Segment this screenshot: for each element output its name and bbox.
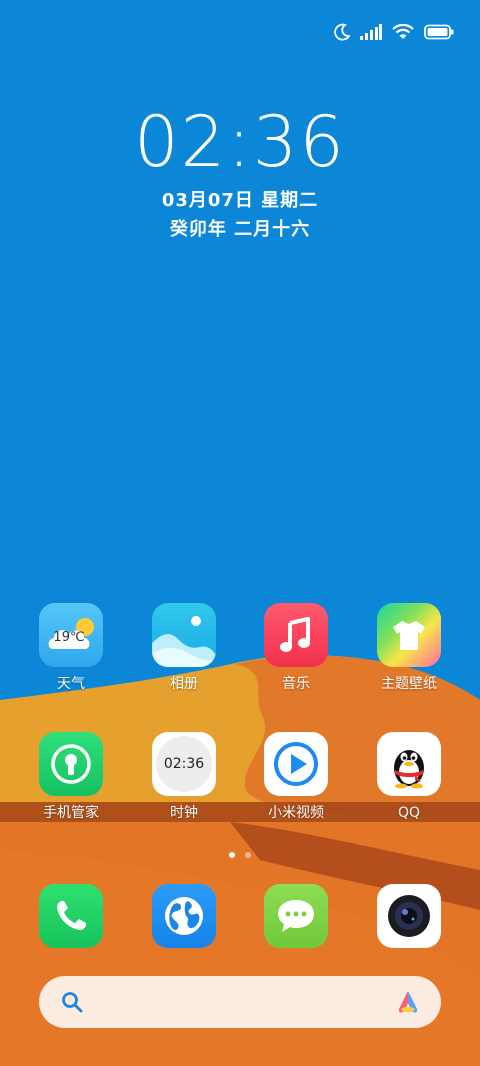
wifi-icon bbox=[392, 24, 414, 40]
assistant-icon[interactable] bbox=[395, 989, 421, 1019]
clock-icon-time: 02:36 bbox=[163, 756, 205, 772]
app-label: 音乐 bbox=[282, 676, 310, 692]
page-dot bbox=[245, 852, 251, 858]
app-label: 手机管家 bbox=[43, 805, 99, 821]
app-video[interactable]: 小米视频 bbox=[240, 732, 352, 822]
gallery-icon bbox=[152, 603, 216, 667]
phone-icon bbox=[39, 884, 103, 948]
moon-icon bbox=[334, 23, 350, 41]
app-label: QQ bbox=[397, 805, 421, 821]
dock-browser[interactable] bbox=[128, 884, 240, 948]
browser-icon bbox=[152, 884, 216, 948]
app-clock[interactable]: 02:36 时钟 bbox=[128, 732, 240, 822]
search-icon bbox=[61, 991, 83, 1017]
clock-time[interactable]: 02:36 bbox=[0, 102, 480, 182]
camera-icon bbox=[377, 884, 441, 948]
app-music[interactable]: 音乐 bbox=[240, 603, 352, 693]
themes-icon bbox=[377, 603, 441, 667]
dock-messages[interactable] bbox=[240, 884, 352, 948]
music-icon bbox=[264, 603, 328, 667]
search-bar[interactable] bbox=[39, 976, 441, 1028]
weather-temp: 19℃ bbox=[53, 629, 85, 645]
app-label: 小米视频 bbox=[268, 805, 324, 821]
video-icon bbox=[264, 732, 328, 796]
page-indicator bbox=[0, 852, 480, 858]
app-gallery[interactable]: 相册 bbox=[128, 603, 240, 693]
battery-icon bbox=[424, 24, 454, 40]
status-bar bbox=[334, 20, 454, 44]
lunar-date-text: 癸卯年 二月十六 bbox=[169, 219, 311, 240]
app-security[interactable]: 手机管家 bbox=[15, 732, 127, 822]
page-dot-active bbox=[229, 852, 235, 858]
clock-icon: 02:36 bbox=[152, 732, 216, 796]
qq-icon bbox=[377, 732, 441, 796]
signal-icon bbox=[360, 24, 382, 40]
app-label: 主题壁纸 bbox=[381, 676, 437, 692]
app-label: 天气 bbox=[57, 676, 85, 692]
date-text: 03月07日 星期二 bbox=[161, 190, 319, 211]
app-label: 相册 bbox=[170, 676, 198, 692]
app-themes[interactable]: 主题壁纸 bbox=[353, 603, 465, 693]
weather-icon: 19℃ bbox=[39, 603, 103, 667]
dock-phone[interactable] bbox=[15, 884, 127, 948]
app-weather[interactable]: 19℃ 天气 bbox=[15, 603, 127, 693]
security-icon bbox=[39, 732, 103, 796]
messages-icon bbox=[264, 884, 328, 948]
app-qq[interactable]: QQ bbox=[353, 732, 465, 822]
dock-camera[interactable] bbox=[353, 884, 465, 948]
app-label: 时钟 bbox=[170, 805, 198, 821]
